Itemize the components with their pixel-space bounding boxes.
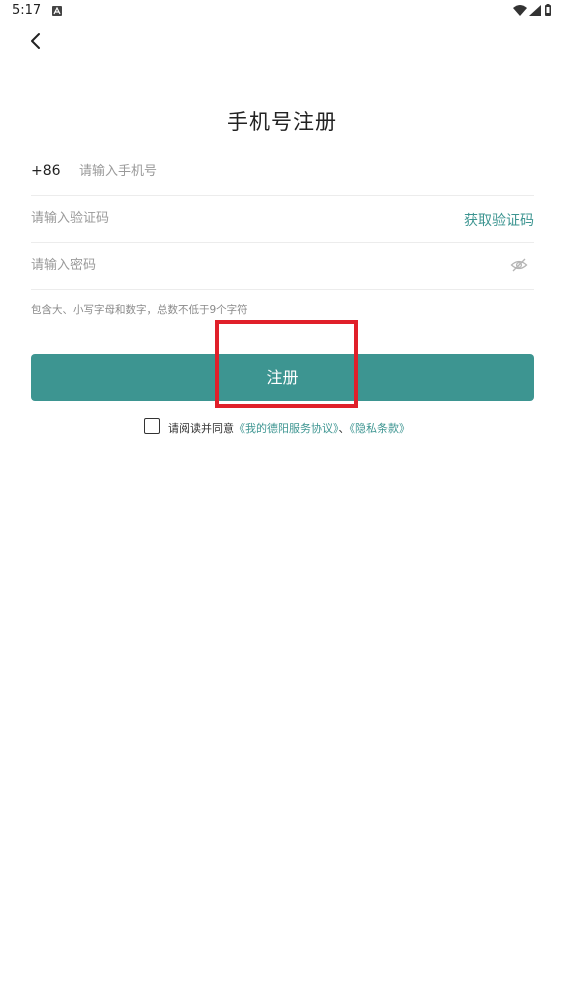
chevron-left-icon <box>31 33 40 49</box>
agreement-text: 请阅读并同意《我的德阳服务协议》、《隐私条款》 <box>168 420 410 436</box>
wifi-icon <box>513 5 527 16</box>
back-button[interactable] <box>24 28 50 54</box>
password-hint: 包含大、小写字母和数字，总数不低于9个字符 <box>31 304 248 316</box>
agree-checkbox[interactable] <box>144 418 160 434</box>
code-row: 获取验证码 <box>31 195 534 243</box>
register-button[interactable]: 注册 <box>31 354 534 401</box>
service-agreement-link[interactable]: 《我的德阳服务协议》 <box>234 422 339 435</box>
privacy-policy-link[interactable]: 《隐私条款》 <box>350 422 411 435</box>
page-title: 手机号注册 <box>227 110 337 134</box>
password-input[interactable] <box>31 254 431 276</box>
signal-icon <box>529 5 541 16</box>
a-letter-icon <box>52 6 62 16</box>
password-row <box>31 242 534 290</box>
agreement-separator: 、 <box>338 422 350 435</box>
status-bar: 5:17 <box>0 0 564 22</box>
battery-icon <box>545 4 551 16</box>
status-time: 5:17 <box>12 3 42 18</box>
eye-off-icon[interactable] <box>510 256 528 274</box>
phone-row: +86 <box>31 148 534 196</box>
code-input[interactable] <box>31 207 331 229</box>
phone-input[interactable] <box>79 160 379 182</box>
country-code[interactable]: +86 <box>31 163 61 179</box>
get-code-button[interactable]: 获取验证码 <box>464 210 534 230</box>
status-icons <box>512 4 554 18</box>
agreement-prefix: 请阅读并同意 <box>168 422 234 435</box>
